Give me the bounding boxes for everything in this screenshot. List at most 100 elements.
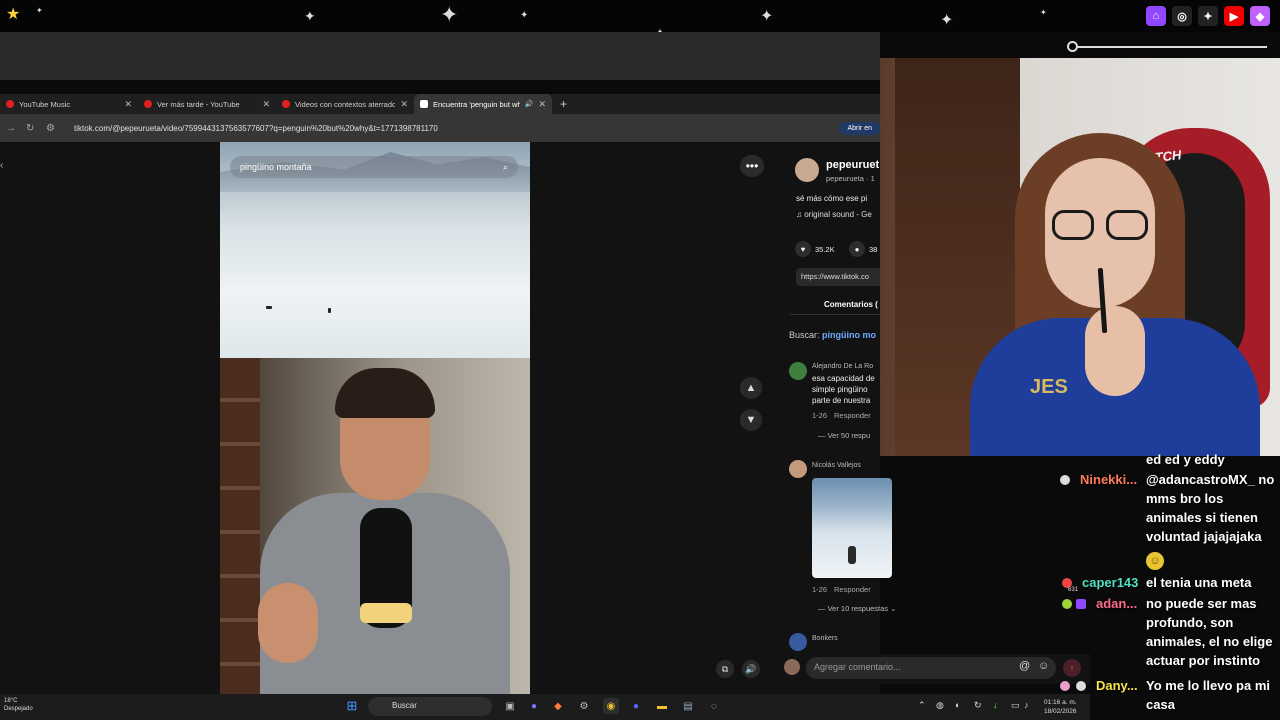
chat-message: @adancastroMX_ no (1146, 472, 1275, 487)
youtube-icon[interactable]: ▶ (1224, 6, 1244, 26)
url-field[interactable]: tiktok.com/@pepeurueta/video/75994431375… (74, 124, 839, 133)
tray-download-icon[interactable]: ↓ (993, 700, 998, 710)
reply-button[interactable]: Responder (834, 585, 871, 594)
microphone-ring (360, 603, 412, 623)
video-top-snow-scene: pingüino montaña ⌕ (220, 142, 530, 358)
next-video-button[interactable]: ▼ (740, 409, 762, 431)
reply-button[interactable]: Responder (834, 411, 871, 420)
search-term-link[interactable]: pingüino mo (822, 330, 876, 340)
webcam-feed: CLUTCH JES (880, 58, 1280, 456)
more-options-button[interactable]: ••• (740, 155, 764, 177)
chat-message: el tenia una meta (1146, 575, 1252, 590)
author-avatar[interactable] (795, 158, 819, 182)
close-tab-icon[interactable]: ✕ (124, 99, 132, 110)
sparkle-icon: ✦ (760, 8, 774, 25)
shirt-text: JES (1030, 376, 1068, 398)
like-count: 35.2K (815, 244, 835, 254)
file-explorer-icon[interactable]: ▬ (654, 698, 670, 714)
tray-chevron-icon[interactable]: ⌃ (918, 700, 926, 711)
tab-comments[interactable]: Comentarios ( (824, 300, 878, 309)
task-view-icon[interactable]: ▣ (502, 698, 518, 714)
video-search-overlay[interactable]: pingüino montaña ⌕ (230, 156, 518, 178)
taskbar-search[interactable]: Buscar (368, 697, 492, 716)
stream-overlay-top: ★ ✦ ✦ ✦ ✦ ✦ ✦ ✦ ✦ ⌂ ◎ ✦ ▶ ◆ (0, 0, 1280, 40)
video-search-text: pingüino montaña (240, 162, 312, 172)
glasses (1052, 210, 1152, 242)
copilot-icon[interactable]: ◆ (550, 698, 566, 714)
mention-icon[interactable]: @ (1019, 660, 1030, 672)
tab-youtube-music[interactable]: YouTube Music ✕ (0, 94, 138, 114)
commenter-avatar[interactable] (789, 633, 807, 651)
commenter-avatar[interactable] (789, 362, 807, 380)
close-tab-icon[interactable]: ✕ (400, 99, 408, 110)
chat-username: Ninekki... (1080, 472, 1138, 487)
new-tab-button[interactable]: + (560, 97, 567, 111)
comment-date: 1-26 (812, 585, 828, 594)
tab-ver-mas-tarde[interactable]: Ver más tarde - YouTube ✕ (138, 94, 276, 114)
twitch-icon[interactable]: ⌂ (1146, 6, 1166, 26)
tray-volume-icon[interactable]: ♪ (1024, 700, 1029, 710)
clock-date: 18/02/2026 (1044, 708, 1077, 715)
windows-start-icon[interactable]: ⊞ (344, 698, 360, 714)
view-replies-button[interactable]: — Ver 10 respuestas ⌄ (818, 604, 896, 613)
weather-widget[interactable]: 18°C Despejado (4, 697, 33, 713)
open-in-app-button[interactable]: Abrir en (839, 121, 880, 135)
author-name[interactable]: pepeuruet (826, 159, 879, 171)
commenter-name[interactable]: Nicolás Vallejos (812, 462, 861, 469)
chat-message: ed ed y eddy (1146, 452, 1225, 467)
commenter-name[interactable]: Alejandro De La Ro (812, 363, 873, 370)
emoji-icon[interactable]: ☺ (1038, 660, 1049, 672)
pip-icon[interactable]: ⧉ (716, 660, 734, 678)
commenter-name[interactable]: Bonkers (812, 635, 838, 642)
chat-message: casa (1146, 697, 1175, 712)
comment-count: 38 (869, 244, 878, 254)
tab-title: Encuentra 'penguin but wh (433, 99, 520, 109)
site-settings-icon[interactable]: ⚙ (46, 123, 60, 134)
tray-app-icon[interactable]: ↻ (974, 700, 982, 711)
comment-icon: ● (849, 241, 865, 257)
tray-monitor-icon[interactable]: ▭ (1011, 700, 1020, 711)
stream-screen: ★ ✦ ✦ ✦ ✦ ✦ ✦ ✦ ✦ ⌂ ◎ ✦ ▶ ◆ YouTube Musi… (0, 0, 1280, 720)
commenter-avatar[interactable] (789, 460, 807, 478)
comment-stat[interactable]: ● 38 (849, 241, 877, 257)
speaker-icon[interactable]: 🔊 (525, 100, 534, 108)
tab-videos-aterradores[interactable]: Videos con contextos aterrador ✕ (276, 94, 414, 114)
comment-search-suggestion[interactable]: Buscar: pingüino mo (789, 330, 876, 340)
discord-icon[interactable]: ● (628, 698, 644, 714)
teams-icon[interactable]: ● (526, 698, 542, 714)
chrome-icon[interactable]: ◉ (603, 698, 619, 714)
taskbar (0, 694, 1090, 720)
twitter-icon[interactable]: ✦ (1198, 6, 1218, 26)
clock-time: 01:16 a. m. (1044, 699, 1077, 706)
forward-icon[interactable]: → (6, 123, 20, 134)
like-stat[interactable]: ♥ 35.2K (795, 241, 835, 257)
reload-icon[interactable]: ↻ (26, 123, 40, 134)
tab-tiktok-penguin[interactable]: Encuentra 'penguin but wh 🔊 ✕ (414, 94, 552, 114)
comment-image[interactable] (812, 478, 892, 578)
post-sound[interactable]: ♫ original sound - Ge (796, 210, 872, 219)
address-bar: → ↻ ⚙ tiktok.com/@pepeurueta/video/75994… (0, 114, 880, 142)
settings-icon[interactable]: ⚙ (576, 698, 592, 714)
tiktok-favicon-icon (420, 100, 428, 108)
previous-video-button[interactable]: ▲ (740, 377, 762, 399)
chat-badge-icon (1062, 599, 1072, 609)
video-player[interactable]: pingüino montaña ⌕ (220, 142, 530, 694)
volume-icon[interactable]: 🔊 (742, 660, 760, 678)
close-tab-icon[interactable]: ✕ (538, 99, 546, 110)
photos-icon[interactable]: ▤ (680, 698, 696, 714)
tray-app-icon[interactable]: ◐ (955, 700, 960, 710)
tab-title: YouTube Music (19, 99, 71, 109)
send-comment-button[interactable]: ↑ (1063, 659, 1081, 677)
view-replies-button[interactable]: — Ver 50 respu (818, 431, 870, 440)
tray-app-icon[interactable]: ◍ (936, 700, 944, 711)
back-arrow-icon[interactable]: ‹ (0, 160, 3, 171)
streamer-hand (1085, 306, 1145, 396)
app-icon[interactable]: ◌ (706, 698, 722, 714)
overlay-progress-line (1072, 46, 1267, 48)
overlay-progress-knob (1067, 41, 1078, 52)
instagram-icon[interactable]: ◎ (1172, 6, 1192, 26)
taskbar-clock[interactable]: 01:16 a. m. 18/02/2026 (1044, 698, 1077, 716)
overlay-strip (0, 32, 880, 80)
close-tab-icon[interactable]: ✕ (262, 99, 270, 110)
sparkle-icon: ✦ (1040, 8, 1047, 17)
